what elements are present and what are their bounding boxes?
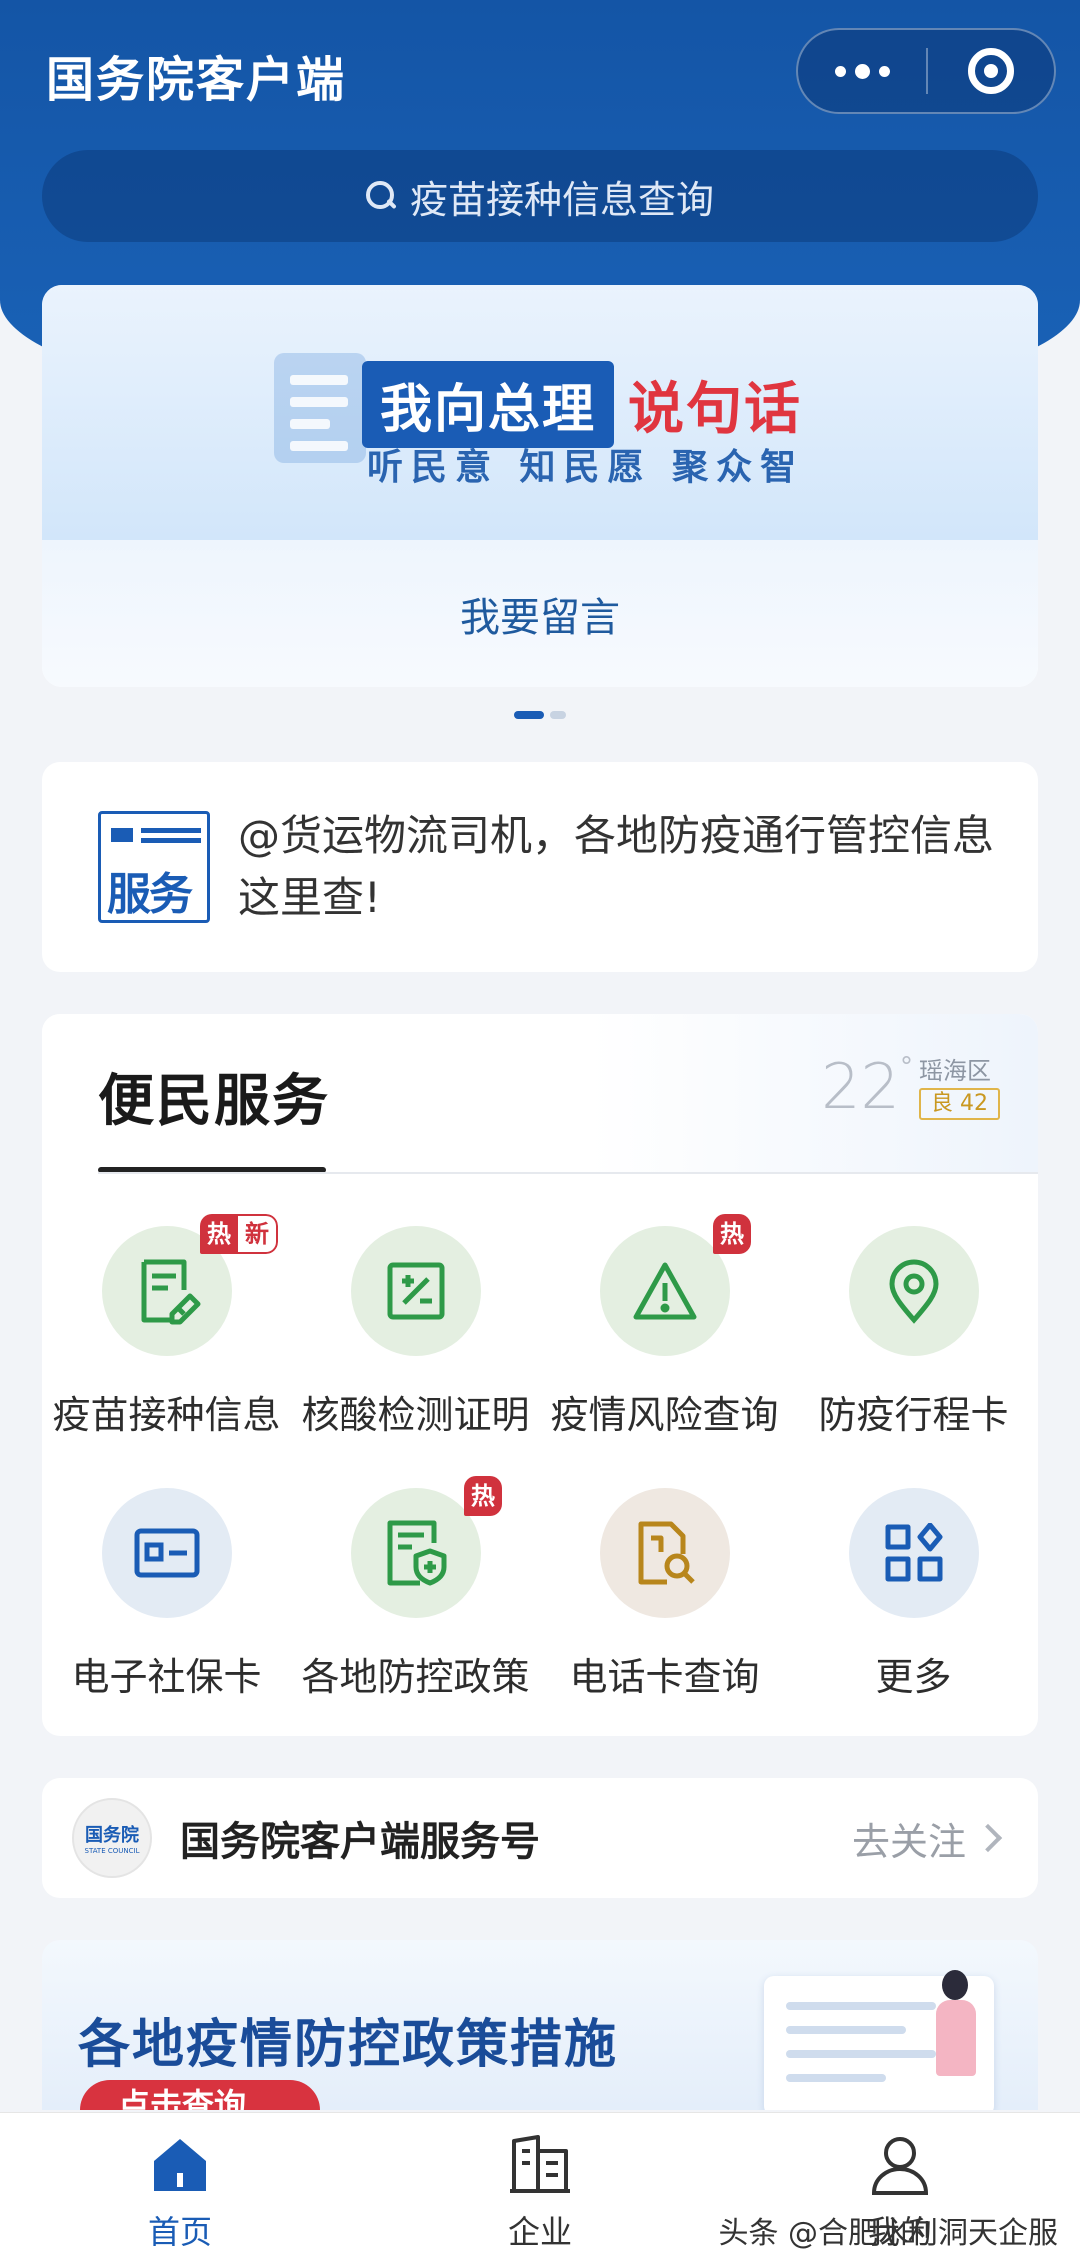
watermark-text: 头条 @合肥水利洞天企服 [718, 2216, 1058, 2251]
warning-triangle-icon [633, 1262, 696, 1320]
service-social-security-card[interactable]: 电子社保卡 [42, 1476, 291, 1714]
service-label: 防疫行程卡 [818, 1393, 1009, 1437]
home-icon [154, 2139, 206, 2191]
service-badge-icon: 服务 [98, 811, 210, 923]
target-close-icon [967, 48, 1014, 94]
close-mini-program-button[interactable] [928, 30, 1054, 112]
state-council-logo: 国务院 STATE COUNCIL [72, 1798, 152, 1878]
temperature-unit: ° [900, 1052, 913, 1082]
document-icon [274, 353, 366, 463]
search-text: 疫苗接种信息查询 [409, 177, 714, 222]
policy-promo-banner[interactable]: 各地疫情防控政策措施 点击查询 [42, 1940, 1038, 2110]
search-icon [365, 181, 396, 211]
person-illustration [930, 1970, 980, 2110]
services-grid: 热 新 疫苗接种信息 核酸检测证明 热 疫情风险查询 防疫行程卡 电子社保卡 热… [42, 1214, 1038, 1714]
tab-home[interactable]: 首页 [0, 2113, 360, 2265]
more-grid-icon [885, 1523, 942, 1582]
banner-title-right: 说句话 [628, 377, 803, 442]
more-dot-icon [834, 65, 846, 77]
search-bar[interactable]: 疫苗接种信息查询 [42, 150, 1038, 242]
banner-title: 我向总理 说句话 [362, 361, 802, 448]
chevron-right-icon [973, 1823, 1003, 1853]
follow-button[interactable]: 去关注 [852, 1811, 1003, 1866]
hot-badge: 热 [200, 1214, 238, 1254]
services-card: 便民服务 22 ° 瑶海区 良 42 热 新 疫苗接种信息 核酸检测证明 热 疫… [42, 1014, 1038, 1736]
carousel-dot [550, 711, 566, 719]
tab-label: 首页 [147, 2213, 212, 2251]
service-label: 疫情风险查询 [550, 1393, 779, 1437]
service-local-policies[interactable]: 热 各地防控政策 [291, 1476, 540, 1714]
hot-badge: 热 [464, 1476, 502, 1516]
more-options-button[interactable] [798, 30, 926, 112]
banner-carousel[interactable]: 我向总理 说句话 听民意 知民愿 聚众智 我要留言 [42, 285, 1038, 687]
service-risk-query[interactable]: 热 疫情风险查询 [540, 1214, 789, 1452]
user-icon [871, 2137, 929, 2195]
notice-card[interactable]: 服务 @货运物流司机，各地防疫通行管控信息这里查! [42, 762, 1038, 972]
service-label: 更多 [875, 1655, 952, 1699]
service-label: 电话卡查询 [569, 1655, 760, 1699]
air-quality-badge: 良 42 [919, 1088, 1000, 1120]
banner-title-left: 我向总理 [362, 361, 615, 448]
weather-widget[interactable]: 22 ° 瑶海区 良 42 [821, 1050, 1000, 1123]
app-title: 国务院客户端 [46, 52, 347, 108]
service-label: 疫苗接种信息 [52, 1393, 281, 1437]
tab-enterprise[interactable]: 企业 [360, 2113, 720, 2265]
service-label: 电子社保卡 [71, 1655, 262, 1699]
sim-card-search-icon [638, 1521, 695, 1585]
service-account-name: 国务院客户端服务号 [180, 1819, 540, 1865]
test-certificate-icon [387, 1262, 444, 1320]
banner-subtitle: 听民意 知民愿 聚众智 [367, 447, 805, 488]
notice-text: @货运物流司机，各地防疫通行管控信息这里查! [238, 811, 995, 922]
carousel-dot-active [514, 711, 544, 719]
temperature: 22 [821, 1050, 900, 1123]
policy-shield-icon [387, 1520, 446, 1586]
service-itinerary-card[interactable]: 防疫行程卡 [789, 1214, 1038, 1452]
promo-title: 各地疫情防控政策措施 [78, 2015, 619, 2075]
hot-badge: 热 [713, 1214, 751, 1254]
mini-program-capsule [796, 28, 1056, 114]
leave-message-button[interactable]: 我要留言 [42, 540, 1038, 687]
more-dot-icon [854, 63, 870, 79]
service-label: 核酸检测证明 [301, 1393, 530, 1437]
more-dot-icon [878, 65, 890, 77]
services-divider [98, 1172, 1038, 1174]
service-vaccine-info[interactable]: 热 新 疫苗接种信息 [42, 1214, 291, 1452]
service-label: 各地防控政策 [301, 1655, 530, 1699]
new-badge: 新 [238, 1214, 278, 1254]
service-test-certificate[interactable]: 核酸检测证明 [291, 1214, 540, 1452]
promo-query-button[interactable]: 点击查询 [80, 2080, 320, 2110]
social-security-card-icon [134, 1528, 199, 1578]
building-icon [510, 2135, 570, 2193]
weather-district: 瑶海区 [919, 1057, 991, 1085]
tab-label: 企业 [507, 2213, 572, 2251]
service-account-card[interactable]: 国务院 STATE COUNCIL 国务院客户端服务号 去关注 [42, 1778, 1038, 1898]
service-more[interactable]: 更多 [789, 1476, 1038, 1714]
location-pin-icon [888, 1259, 939, 1324]
services-title: 便民服务 [98, 1069, 330, 1134]
carousel-indicator [514, 711, 566, 719]
service-sim-card-query[interactable]: 电话卡查询 [540, 1476, 789, 1714]
banner-image: 我向总理 说句话 听民意 知民愿 聚众智 [42, 285, 1038, 540]
vaccine-record-icon [141, 1259, 200, 1325]
